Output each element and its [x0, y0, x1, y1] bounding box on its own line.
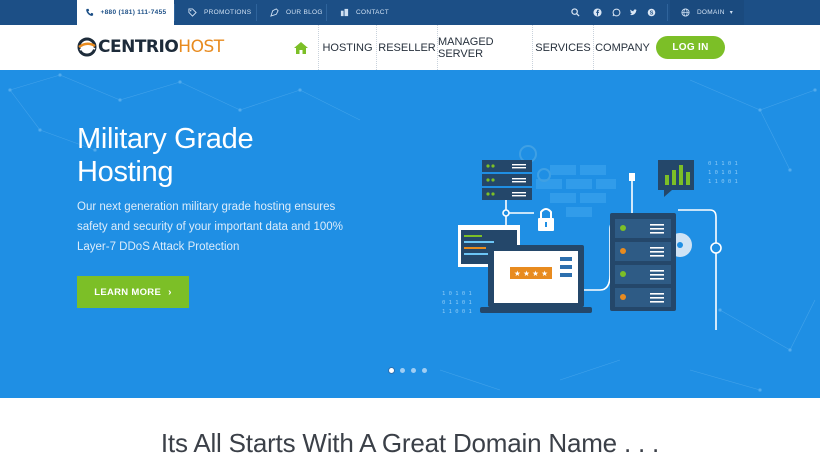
home-icon: [294, 41, 308, 54]
search-icon: [570, 8, 580, 17]
slider-dots: [389, 368, 427, 373]
contact-label: CONTACT: [356, 9, 390, 16]
skype-icon: S: [647, 8, 655, 16]
phone-link[interactable]: +880 (181) 111-7455: [77, 0, 174, 25]
nav-managed-server[interactable]: MANAGED SERVER: [437, 25, 532, 70]
top-bar: +880 (181) 111-7455 PROMOTIONS OUR BLOG …: [0, 0, 820, 25]
rating-stars: ★ ★ ★ ★: [514, 269, 548, 278]
nav-services[interactable]: SERVICES: [532, 25, 593, 70]
binary-text: 1 1 0 0 1: [708, 179, 738, 185]
logo-text-host: HOST: [178, 37, 224, 57]
nav-home[interactable]: [284, 25, 318, 70]
phone-number: +880 (181) 111-7455: [100, 9, 167, 16]
facebook-link[interactable]: [589, 0, 605, 25]
blog-icon: [270, 8, 279, 17]
binary-text: 1 1 0 0 1: [442, 309, 472, 315]
tag-icon: [188, 8, 197, 17]
building-icon: [340, 8, 349, 17]
domain-heading: Its All Starts With A Great Domain Name …: [160, 428, 660, 458]
slide-dot-1[interactable]: [389, 368, 394, 373]
promotions-label: PROMOTIONS: [204, 9, 252, 16]
domain-section: Its All Starts With A Great Domain Name …: [0, 398, 820, 461]
divider: [326, 4, 327, 21]
binary-text: 1 0 1 0 1: [708, 170, 738, 176]
binary-text: 0 1 1 0 1: [442, 300, 472, 306]
skype-link[interactable]: S: [643, 0, 659, 25]
learn-more-label: LEARN MORE: [94, 286, 162, 298]
contact-link[interactable]: CONTACT: [340, 0, 389, 25]
whatsapp-link[interactable]: [608, 0, 624, 25]
facebook-icon: [592, 8, 602, 17]
binary-text: 1 0 1 0 1: [442, 291, 472, 297]
search-button[interactable]: [567, 0, 583, 25]
learn-more-button[interactable]: LEARN MORE ›: [77, 276, 189, 308]
blog-label: OUR BLOG: [286, 9, 323, 16]
promotions-link[interactable]: PROMOTIONS: [188, 0, 251, 25]
hero-slider: Military Grade Hosting Our next generati…: [0, 70, 820, 398]
blog-link[interactable]: OUR BLOG: [270, 0, 323, 25]
slide-dot-3[interactable]: [411, 368, 416, 373]
twitter-icon: [629, 9, 637, 16]
globe-icon: [681, 8, 690, 17]
divider: [174, 4, 175, 21]
chart-bubble-icon: [658, 160, 694, 197]
hero-title-line1: Military Grade: [77, 123, 254, 155]
logo-mark-icon: [77, 37, 97, 57]
padlock-icon: [538, 208, 554, 231]
main-navbar: CENTRIO HOST HOSTING RESELLER MANAGED SER…: [0, 25, 820, 70]
svg-text:S: S: [649, 10, 653, 16]
twitter-link[interactable]: [625, 0, 641, 25]
nav-hosting[interactable]: HOSTING: [318, 25, 376, 70]
domain-label: DOMAIN: [696, 9, 725, 16]
hero-description: Our next generation military grade hosti…: [77, 201, 343, 253]
login-button[interactable]: LOG IN: [656, 36, 725, 59]
whatsapp-icon: [612, 8, 620, 17]
slide-dot-2[interactable]: [400, 368, 405, 373]
hero-title: Military Grade Hosting: [77, 123, 357, 189]
server-illustration: ★ ★ ★ ★ 0 1 1 0 1 1 0 1 0 1 1 1 0 0 1 1 …: [442, 145, 738, 330]
hero-title-line2: Hosting: [77, 156, 174, 188]
domain-dropdown[interactable]: DOMAIN ▾: [670, 0, 744, 25]
nav-reseller[interactable]: RESELLER: [376, 25, 437, 70]
divider: [256, 4, 257, 21]
logo[interactable]: CENTRIO HOST: [77, 36, 224, 58]
binary-text: 0 1 1 0 1: [708, 161, 738, 167]
phone-icon: [85, 8, 93, 16]
chevron-right-icon: ›: [168, 286, 172, 298]
divider: [667, 4, 668, 21]
nav-company[interactable]: COMPANY: [593, 25, 651, 70]
plug-icon: [629, 173, 635, 181]
chevron-down-icon: ▾: [729, 10, 734, 16]
slide-dot-4[interactable]: [422, 368, 427, 373]
logo-text-centrio: CENTRIO: [98, 37, 179, 57]
